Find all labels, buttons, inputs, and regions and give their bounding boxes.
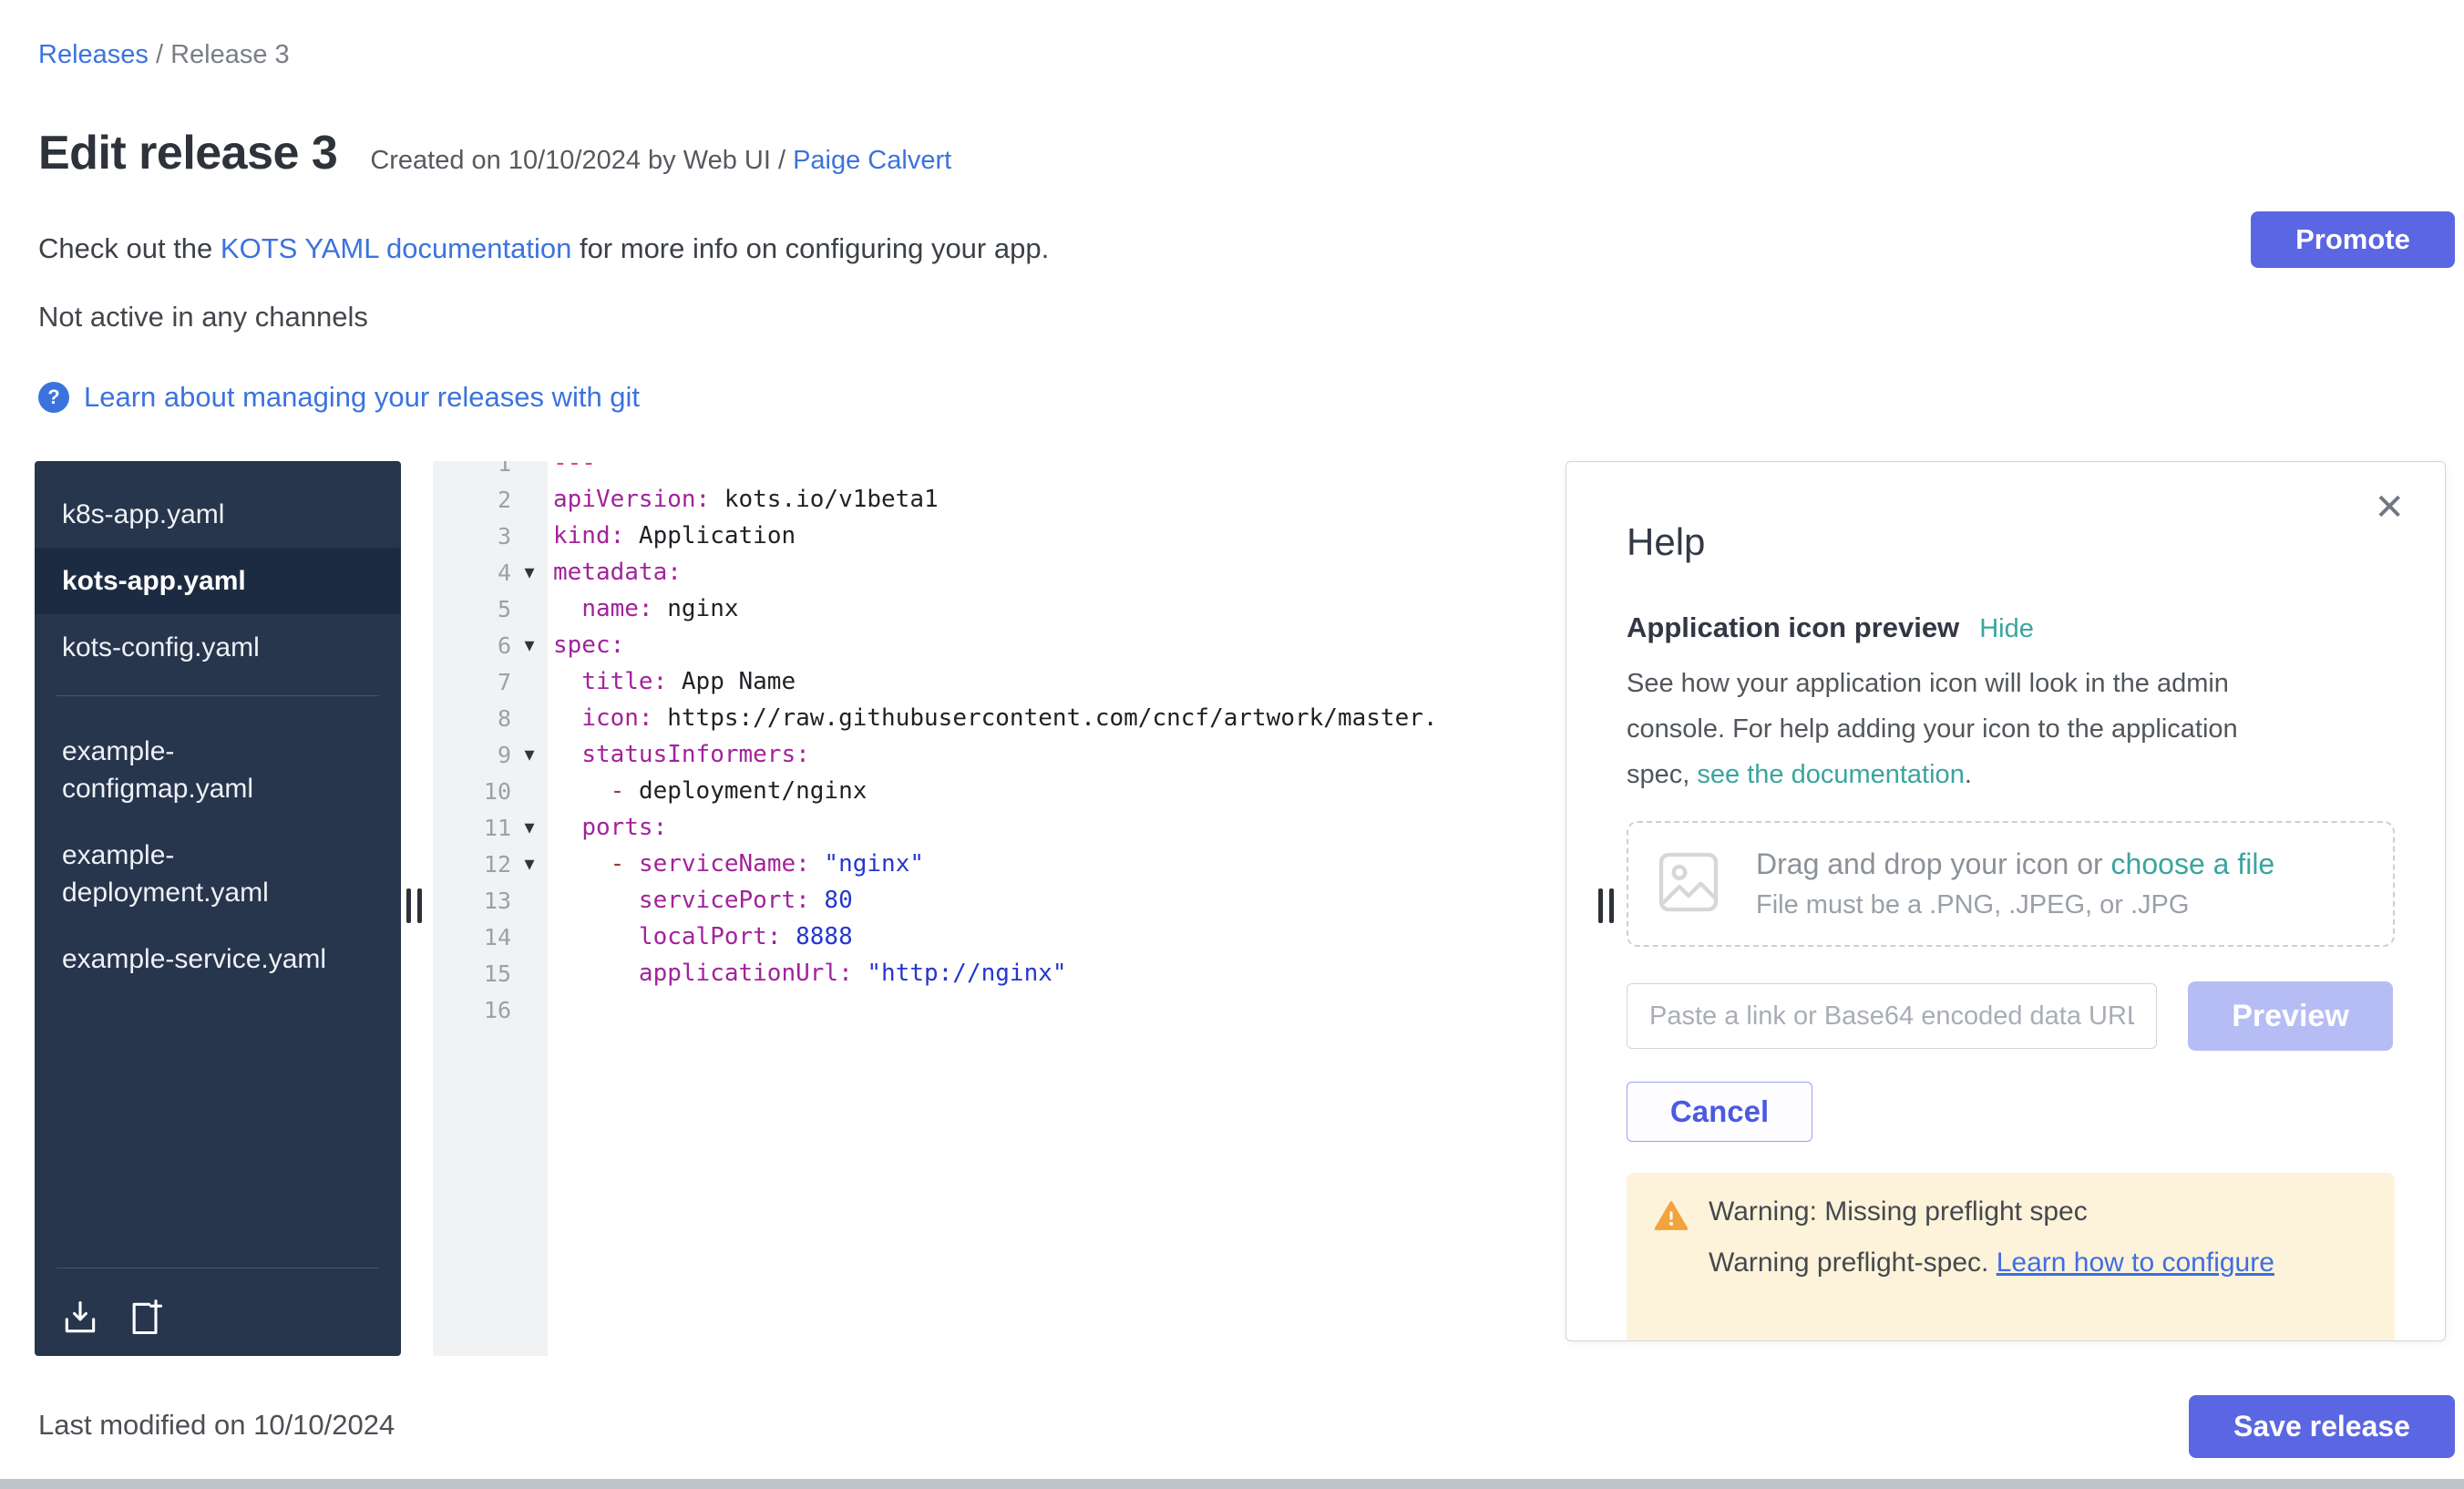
cancel-button[interactable]: Cancel	[1627, 1082, 1812, 1142]
file-item-label: k8s-app.yaml	[62, 496, 224, 533]
file-item-label: example-configmap.yaml	[62, 733, 344, 807]
file-tree-divider	[56, 695, 379, 696]
line-number: 11	[433, 815, 511, 841]
line-number: 6	[433, 632, 511, 659]
file-item-kots-app[interactable]: kots-app.yaml	[35, 548, 401, 614]
file-item-label: kots-config.yaml	[62, 629, 260, 666]
save-release-button[interactable]: Save release	[2189, 1395, 2455, 1458]
dropzone-filetypes: File must be a .PNG, .JPEG, or .JPG	[1756, 890, 2274, 920]
line-number: 13	[433, 888, 511, 914]
learn-configure-link[interactable]: Learn how to configure	[1997, 1248, 2274, 1278]
line-number: 3	[433, 523, 511, 549]
promote-button[interactable]: Promote	[2251, 211, 2455, 268]
git-releases-help-link[interactable]: Learn about managing your releases with …	[84, 381, 640, 414]
warning-box: Warning: Missing preflight spec Warning …	[1627, 1173, 2395, 1341]
docs-hint-suffix: for more info on configuring your app.	[580, 232, 1049, 264]
line-number: 8	[433, 705, 511, 732]
kots-yaml-docs-link[interactable]: KOTS YAML documentation	[221, 232, 571, 264]
breadcrumb-releases-link[interactable]: Releases	[38, 40, 149, 69]
warning-detail: Warning preflight-spec.	[1709, 1248, 1988, 1278]
icon-url-input[interactable]	[1627, 983, 2157, 1049]
line-number: 15	[433, 960, 511, 987]
warning-icon	[1654, 1196, 1689, 1341]
bottom-scrollbar[interactable]	[0, 1479, 2464, 1489]
line-number: 14	[433, 924, 511, 950]
help-panel-resize-handle[interactable]	[1598, 888, 1614, 929]
description-period: .	[1965, 760, 1972, 789]
dropzone-text: Drag and drop your icon or choose a file…	[1756, 847, 2274, 920]
file-item-label: kots-app.yaml	[62, 562, 246, 600]
breadcrumb: Releases / Release 3	[38, 40, 290, 70]
line-number: 2	[433, 487, 511, 513]
help-panel-title: Help	[1627, 520, 2395, 564]
git-help-row: ? Learn about managing your releases wit…	[38, 381, 640, 414]
icon-dropzone[interactable]: Drag and drop your icon or choose a file…	[1627, 821, 2395, 947]
created-text: Created on 10/10/2024 by Web UI /	[370, 146, 785, 175]
last-modified-text: Last modified on 10/10/2024	[38, 1409, 395, 1442]
file-item-example-configmap[interactable]: example-configmap.yaml	[35, 718, 401, 822]
channel-status: Not active in any channels	[38, 301, 368, 334]
release-editor-workspace: k8s-app.yaml kots-app.yaml kots-config.y…	[35, 461, 2446, 1356]
line-number: 10	[433, 778, 511, 805]
see-documentation-link[interactable]: see the documentation	[1697, 760, 1964, 789]
line-number: 5	[433, 596, 511, 622]
sidebar-resize-handle[interactable]	[406, 888, 422, 929]
line-number: 7	[433, 669, 511, 695]
question-circle-icon: ?	[38, 382, 69, 413]
image-placeholder-icon	[1652, 846, 1725, 923]
fold-arrow-icon[interactable]: ▾	[511, 743, 548, 766]
icon-url-row: Preview	[1627, 981, 2395, 1051]
icon-preview-title: Application icon preview	[1627, 611, 1959, 644]
fold-arrow-icon[interactable]: ▾	[511, 560, 548, 584]
fold-arrow-icon[interactable]: ▾	[511, 852, 548, 876]
title-row: Edit release 3 Created on 10/10/2024 by …	[38, 126, 951, 180]
import-file-icon[interactable]	[60, 1298, 100, 1338]
line-number: 1	[433, 461, 511, 477]
file-item-label: example-deployment.yaml	[62, 837, 344, 911]
line-number: 12	[433, 851, 511, 878]
icon-preview-header: Application icon preview Hide	[1627, 611, 2395, 644]
file-item-kots-config[interactable]: kots-config.yaml	[35, 614, 401, 681]
breadcrumb-current: Release 3	[170, 40, 290, 69]
dropzone-instruction: Drag and drop your icon or	[1756, 847, 2103, 880]
choose-file-link[interactable]: choose a file	[2111, 847, 2275, 880]
fold-arrow-icon[interactable]: ▾	[511, 816, 548, 839]
file-item-example-service[interactable]: example-service.yaml	[35, 926, 401, 992]
created-info: Created on 10/10/2024 by Web UI / Paige …	[370, 146, 951, 176]
page-title: Edit release 3	[38, 126, 337, 180]
close-icon[interactable]: ✕	[2374, 489, 2405, 526]
help-panel: ✕ Help Application icon preview Hide See…	[1566, 461, 2446, 1341]
line-number: 4	[433, 560, 511, 586]
line-number: 9	[433, 742, 511, 768]
hide-link[interactable]: Hide	[1979, 614, 2034, 644]
file-item-label: example-service.yaml	[62, 940, 326, 978]
warning-text: Warning: Missing preflight spec Warning …	[1709, 1196, 2274, 1341]
file-tree-actions	[60, 1298, 166, 1338]
file-item-example-deployment[interactable]: example-deployment.yaml	[35, 822, 401, 926]
preview-button[interactable]: Preview	[2188, 981, 2393, 1051]
warning-title: Warning: Missing preflight spec	[1709, 1196, 2274, 1227]
docs-hint-prefix: Check out the	[38, 232, 212, 264]
line-number: 16	[433, 997, 511, 1023]
file-tree: k8s-app.yaml kots-app.yaml kots-config.y…	[35, 461, 401, 1356]
fold-arrow-icon[interactable]: ▾	[511, 633, 548, 657]
icon-preview-description: See how your application icon will look …	[1627, 661, 2301, 797]
new-file-icon[interactable]	[126, 1298, 166, 1338]
file-item-k8s-app[interactable]: k8s-app.yaml	[35, 481, 401, 548]
breadcrumb-separator: /	[156, 40, 163, 69]
docs-hint: Check out the KOTS YAML documentation fo…	[38, 232, 1049, 265]
author-link[interactable]: Paige Calvert	[793, 146, 951, 175]
